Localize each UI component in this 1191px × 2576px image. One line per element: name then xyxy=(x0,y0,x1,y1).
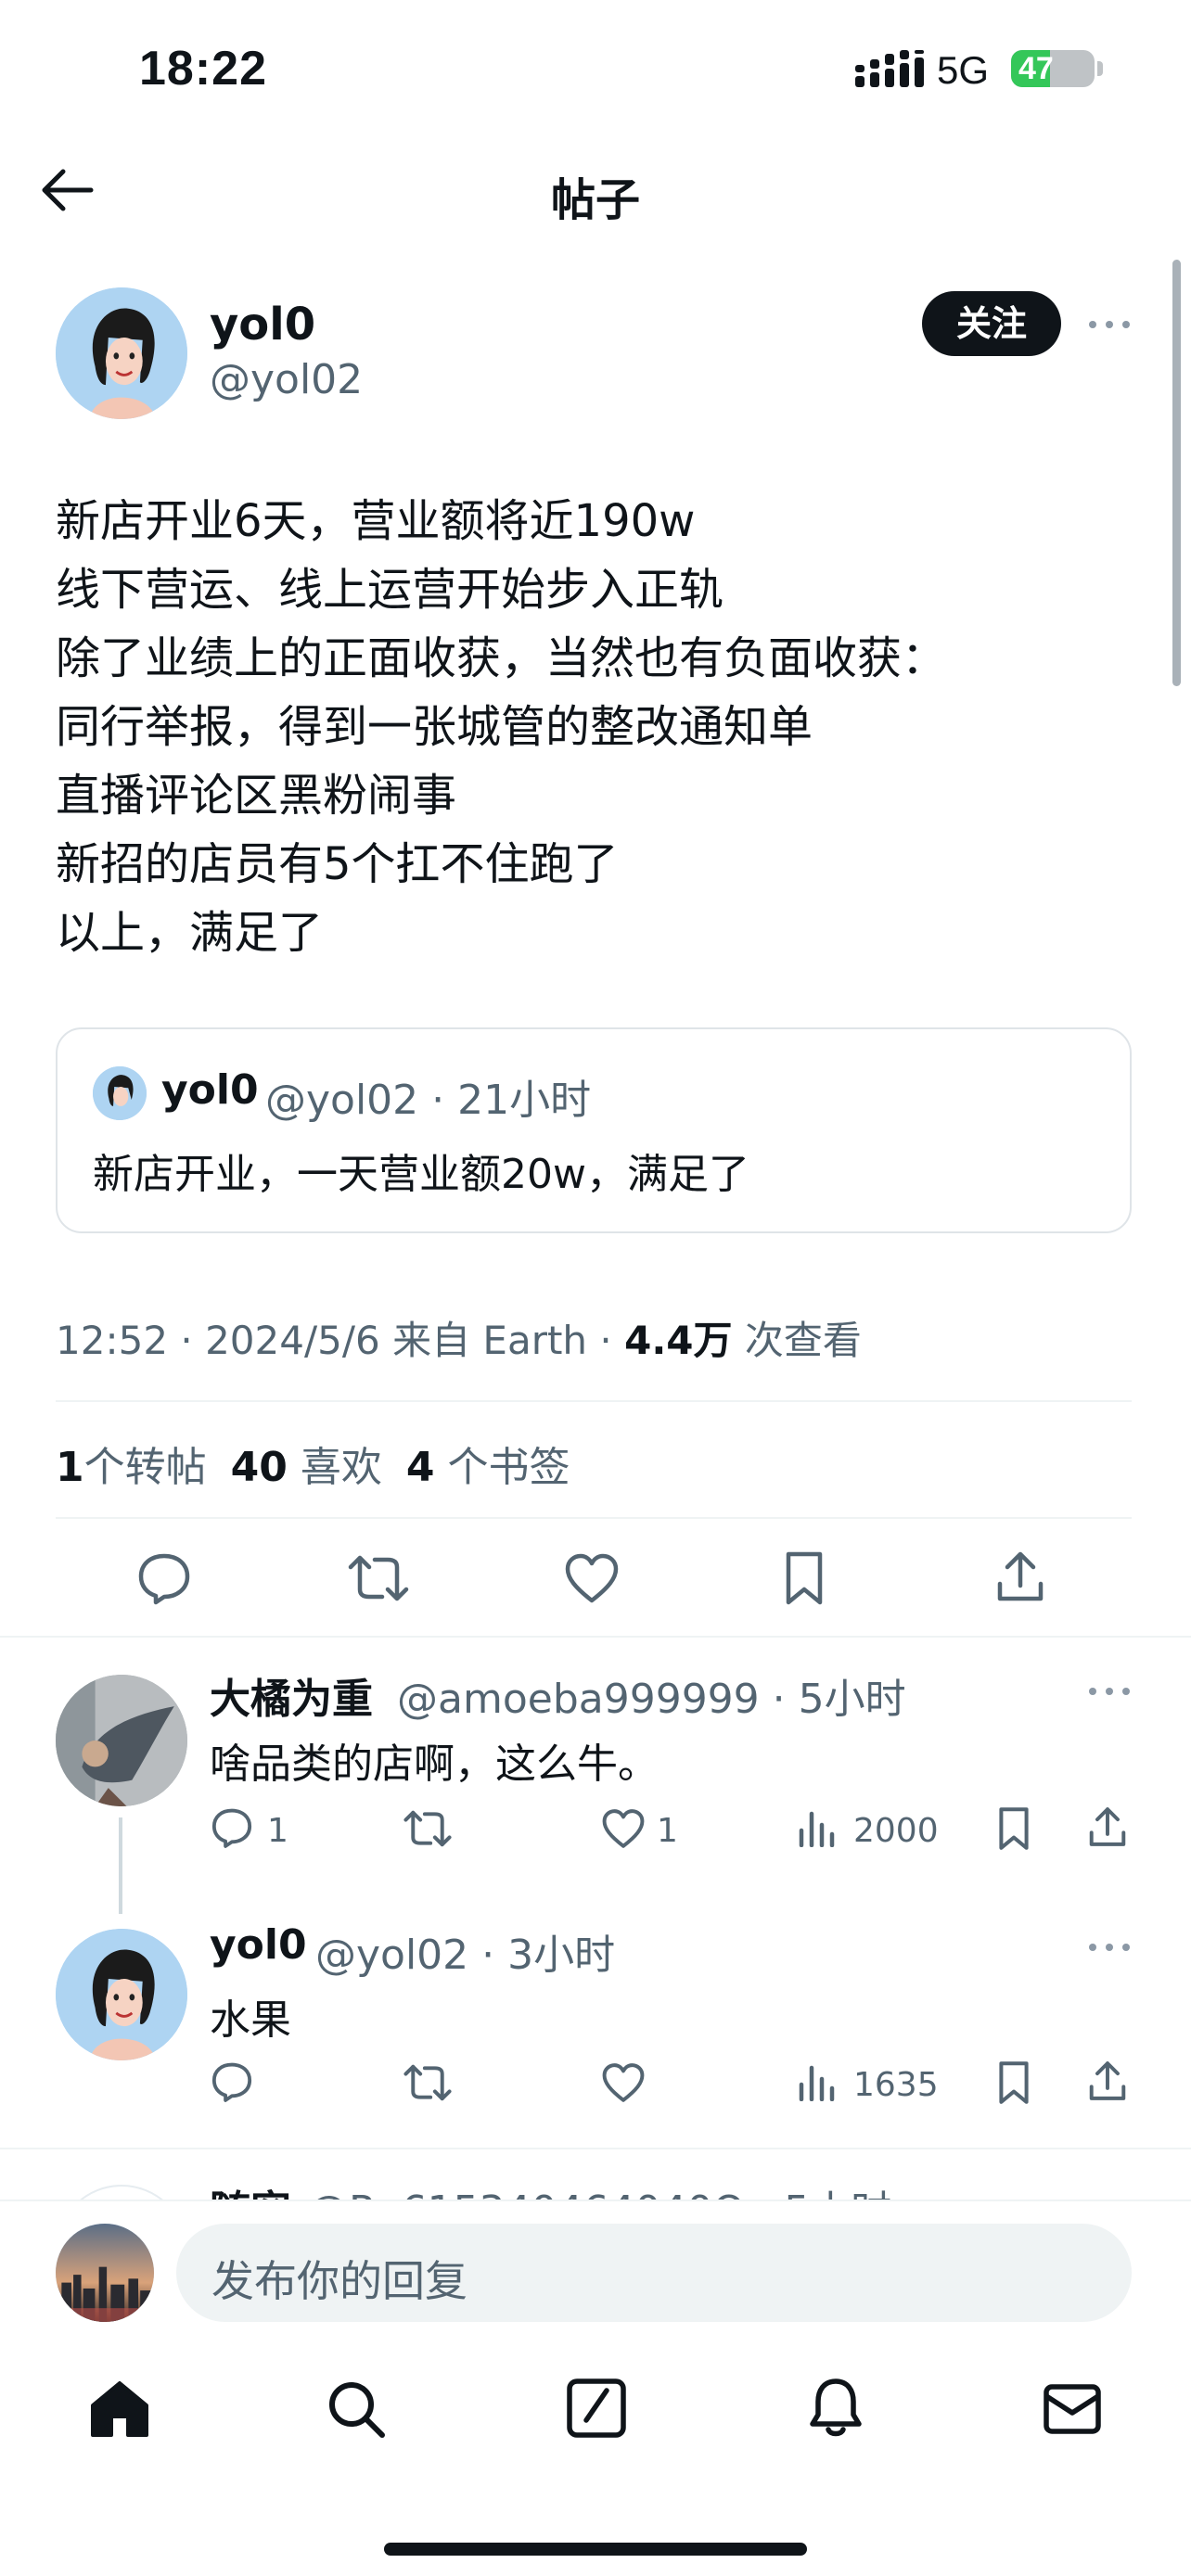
quote-avatar xyxy=(93,1066,147,1120)
views-icon[interactable] xyxy=(798,1810,837,1851)
signal-icon xyxy=(855,50,926,95)
more-icon[interactable] xyxy=(1089,1682,1145,1701)
network-type: 5G xyxy=(937,48,990,92)
post-meta: 12:52 · 2024/5/6 来自 Earth · 4.4万 次查看 xyxy=(56,1309,862,1366)
divider xyxy=(0,1636,1191,1638)
repost-icon[interactable] xyxy=(347,1552,410,1608)
reply-author-name[interactable]: 大橘为重 xyxy=(210,1665,373,1725)
bookmark-icon[interactable] xyxy=(783,1550,826,1610)
status-time: 18:22 xyxy=(139,42,267,96)
reply-avatar[interactable] xyxy=(56,1929,187,2060)
repost-icon[interactable] xyxy=(403,2062,453,2107)
quote-meta: @yol02 · 21小时 xyxy=(265,1077,592,1124)
more-icon[interactable] xyxy=(1089,315,1145,334)
page-title: 帖子 xyxy=(550,174,640,226)
follow-button[interactable]: 关注 xyxy=(922,291,1061,356)
share-icon[interactable] xyxy=(1087,1804,1128,1853)
reply-text: 水果 xyxy=(210,1996,291,2044)
bookmark-icon[interactable] xyxy=(996,2060,1031,2109)
reply-meta[interactable]: @yol02 · 3小时 xyxy=(315,1921,615,1981)
post-line: 除了业绩上的正面收获，当然也有负面收获： xyxy=(56,632,947,684)
post-line: 以上，满足了 xyxy=(56,907,324,959)
quoted-post[interactable] xyxy=(56,1027,1132,1233)
post-author-handle[interactable]: @yol02 xyxy=(210,356,363,403)
share-icon[interactable] xyxy=(994,1549,1046,1608)
reply-icon[interactable] xyxy=(210,1806,254,1853)
post-timestamp: 12:52 · 2024/5/6 来自 Earth · xyxy=(56,1318,625,1363)
reply-icon[interactable] xyxy=(135,1550,193,1610)
avatar[interactable] xyxy=(56,287,187,419)
post-line: 新店开业6天，营业额将近190w xyxy=(56,495,696,547)
view-count: 1635 xyxy=(853,2066,939,2104)
views-icon[interactable] xyxy=(798,2064,837,2105)
view-label: 次查看 xyxy=(732,1318,862,1363)
share-icon[interactable] xyxy=(1087,2059,1128,2107)
quote-author-name: yol0 xyxy=(161,1066,259,1114)
quote-text: 新店开业，一天营业额20w，满足了 xyxy=(93,1151,749,1198)
reply-text: 啥品类的店啊，这么牛。 xyxy=(210,1741,659,1788)
post-author-name[interactable]: yol0 xyxy=(210,299,315,351)
like-label[interactable]: 喜欢 xyxy=(301,1444,382,1491)
bookmark-count[interactable]: 4 xyxy=(406,1444,435,1491)
battery-tip xyxy=(1097,61,1103,76)
view-count: 2000 xyxy=(853,1812,939,1850)
compose-icon[interactable] xyxy=(566,2378,627,2442)
repost-label[interactable]: 个转帖 xyxy=(84,1444,207,1491)
reply-author-name[interactable]: yol0 xyxy=(210,1921,307,1969)
more-icon[interactable] xyxy=(1089,1938,1145,1957)
post-body: 新店开业6天，营业额将近190w 线下营运、线上运营开始步入正轨 除了业绩上的正… xyxy=(56,487,946,967)
repost-icon[interactable] xyxy=(403,1808,453,1853)
divider xyxy=(0,2200,1191,2201)
home-indicator[interactable] xyxy=(384,2543,807,2556)
arrow-left-icon[interactable] xyxy=(39,167,95,217)
repost-count[interactable]: 1 xyxy=(56,1444,84,1491)
battery-level: 47 xyxy=(1018,51,1054,86)
search-icon[interactable] xyxy=(327,2379,386,2442)
battery-indicator: 47 xyxy=(1011,50,1095,87)
view-count[interactable]: 4.4万 xyxy=(624,1318,732,1363)
bookmark-icon[interactable] xyxy=(996,1806,1031,1855)
post-line: 直播评论区黑粉闹事 xyxy=(56,770,457,822)
reply-count: 1 xyxy=(267,1812,288,1850)
reply-placeholder: 发布你的回复 xyxy=(211,2256,467,2306)
divider xyxy=(56,1400,1132,1402)
home-icon[interactable] xyxy=(89,2379,150,2442)
post-line: 同行举报，得到一张城管的整改通知单 xyxy=(56,701,813,753)
divider xyxy=(0,2148,1191,2149)
reply-meta[interactable]: @amoeba999999 · 5小时 xyxy=(397,1665,906,1725)
divider xyxy=(56,1517,1132,1519)
bookmark-label[interactable]: 个书签 xyxy=(447,1444,570,1491)
bell-icon[interactable] xyxy=(809,2376,863,2442)
heart-icon[interactable] xyxy=(601,2062,646,2107)
post-line: 新招的店员有5个扛不住跑了 xyxy=(56,838,619,890)
reply-icon[interactable] xyxy=(210,2060,254,2107)
like-count: 1 xyxy=(657,1812,678,1850)
my-avatar[interactable] xyxy=(56,2224,154,2322)
thread-line xyxy=(119,1817,122,1914)
post-line: 线下营运、线上运营开始步入正轨 xyxy=(56,564,724,616)
like-count[interactable]: 40 xyxy=(231,1444,288,1491)
heart-icon[interactable] xyxy=(601,1808,646,1853)
post-stats: 1个转帖 40 喜欢 4 个书签 xyxy=(56,1434,594,1493)
reply-avatar[interactable] xyxy=(56,1675,187,1806)
heart-icon[interactable] xyxy=(564,1552,620,1608)
scrollbar[interactable] xyxy=(1172,260,1181,686)
mail-icon[interactable] xyxy=(1043,2383,1102,2439)
